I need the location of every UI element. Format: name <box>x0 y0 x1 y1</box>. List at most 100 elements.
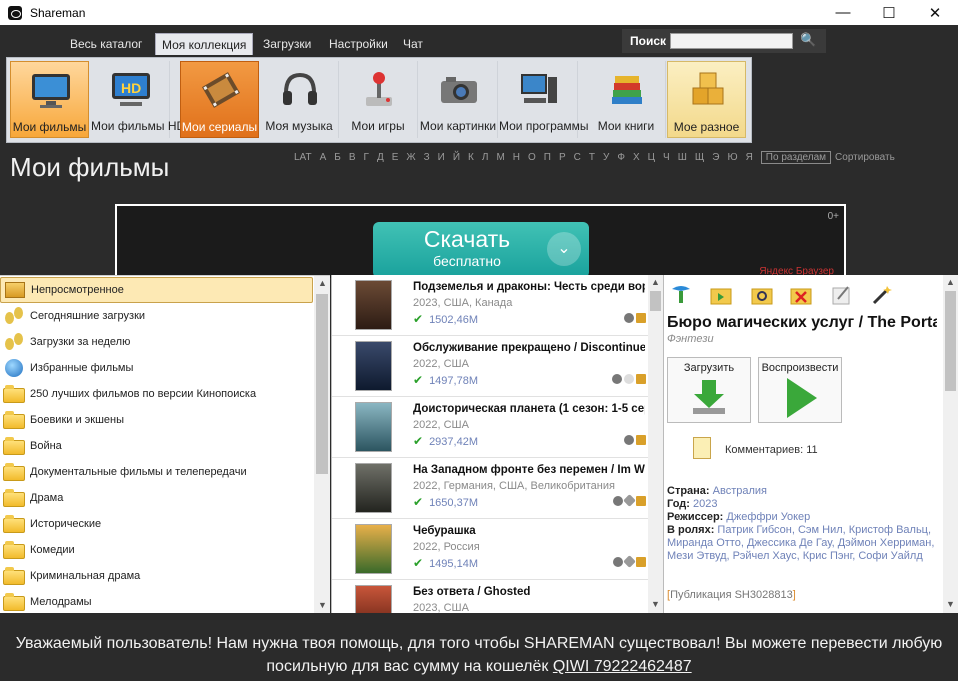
sort-button[interactable]: Сортировать <box>831 152 899 163</box>
letter[interactable]: Н <box>509 152 524 163</box>
letter[interactable]: И <box>434 152 449 163</box>
tab-downloads[interactable]: Загрузки <box>257 33 317 55</box>
section-item[interactable]: Мелодрамы <box>0 589 313 615</box>
letter[interactable]: Х <box>629 152 644 163</box>
scroll-down-icon[interactable]: ▼ <box>651 599 660 609</box>
scroll-up-icon[interactable]: ▲ <box>651 277 660 287</box>
close-button[interactable]: ✕ <box>912 0 958 25</box>
country-value[interactable]: Австралия <box>713 485 767 497</box>
download-button[interactable]: Загрузить <box>667 357 751 423</box>
year-value[interactable]: 2023 <box>693 498 717 510</box>
letter[interactable]: О <box>524 152 540 163</box>
section-item[interactable]: Война <box>0 433 313 459</box>
edit-icon[interactable] <box>830 283 854 307</box>
letter[interactable]: Б <box>330 152 345 163</box>
letter-lat[interactable]: LAT <box>290 152 316 163</box>
category-my-misc[interactable]: Мое разное <box>667 61 746 138</box>
movie-row[interactable]: На Западном фронте без перемен / Im West… <box>332 458 648 519</box>
letter[interactable]: Ж <box>402 152 419 163</box>
minimize-button[interactable]: — <box>820 0 866 25</box>
maximize-button[interactable]: ☐ <box>866 0 912 25</box>
letter[interactable]: К <box>464 152 478 163</box>
qiwi-wallet-link[interactable]: QIWI 79222462487 <box>553 658 692 675</box>
director-value[interactable]: Джеффри Уокер <box>726 511 810 523</box>
letter[interactable]: М <box>492 152 508 163</box>
letter[interactable]: У <box>599 152 613 163</box>
scroll-thumb[interactable] <box>945 291 956 391</box>
letter[interactable]: С <box>570 152 585 163</box>
download-arrow-icon[interactable] <box>669 283 693 307</box>
movie-list-scrollbar[interactable]: ▲ ▼ <box>648 275 663 613</box>
section-item[interactable]: Боевики и экшены <box>0 407 313 433</box>
letter[interactable]: А <box>316 152 331 163</box>
letter[interactable]: Ш <box>674 152 691 163</box>
tab-chat[interactable]: Чат <box>397 33 429 55</box>
search-input[interactable] <box>670 33 793 49</box>
movie-row[interactable]: Без ответа / Ghosted 2023, США <box>332 580 648 613</box>
category-my-pictures[interactable]: Мои картинки <box>419 61 498 138</box>
by-sections-button[interactable]: По разделам <box>760 151 832 164</box>
category-my-movies-hd[interactable]: HD Мои фильмы HD <box>91 61 185 138</box>
letter[interactable]: Р <box>555 152 570 163</box>
magic-wand-icon[interactable] <box>870 283 894 307</box>
letter[interactable]: Г <box>360 152 373 163</box>
section-item[interactable]: Драма <box>0 485 313 511</box>
section-scrollbar[interactable]: ▲ ▼ <box>314 276 330 614</box>
folder-search-icon[interactable] <box>750 283 774 307</box>
letter[interactable]: Щ <box>691 152 708 163</box>
detail-scrollbar[interactable]: ▲ ▼ <box>943 275 958 613</box>
section-item[interactable]: Документальные фильмы и телепередачи <box>0 459 313 485</box>
movie-row[interactable]: Доисторическая планета (1 сезон: 1-5 сер… <box>332 397 648 458</box>
scroll-down-icon[interactable]: ▼ <box>946 599 955 609</box>
letter[interactable]: Е <box>388 152 403 163</box>
play-button[interactable]: Воспроизвести <box>758 357 842 423</box>
category-my-movies[interactable]: Мои фильмы <box>10 61 89 138</box>
letter[interactable]: Л <box>478 152 493 163</box>
section-item-favorites[interactable]: Избранные фильмы <box>0 355 313 381</box>
heart-icon[interactable] <box>613 557 623 567</box>
category-my-music[interactable]: Моя музыка <box>260 61 339 138</box>
category-my-games[interactable]: Мои игры <box>339 61 418 138</box>
letter[interactable]: Ц <box>644 152 659 163</box>
tab-my-collection[interactable]: Моя коллекция <box>155 33 254 55</box>
letter[interactable]: Т <box>585 152 599 163</box>
tab-catalog[interactable]: Весь каталог <box>64 33 148 55</box>
heart-icon[interactable] <box>612 374 622 384</box>
section-item-week[interactable]: Загрузки за неделю <box>0 329 313 355</box>
letter[interactable]: В <box>345 152 360 163</box>
scroll-thumb[interactable] <box>650 291 661 311</box>
letter[interactable]: Я <box>742 152 757 163</box>
letter[interactable]: Й <box>449 152 464 163</box>
section-item-today[interactable]: Сегодняшние загрузки <box>0 303 313 329</box>
section-item[interactable]: 250 лучших фильмов по версии Кинопоиска <box>0 381 313 407</box>
folder-refresh-icon[interactable] <box>709 283 733 307</box>
letter[interactable]: З <box>420 152 434 163</box>
star-icon[interactable] <box>623 494 636 507</box>
scroll-thumb[interactable] <box>316 294 328 474</box>
heart-icon[interactable] <box>613 496 623 506</box>
search-icon[interactable]: 🔍 <box>800 32 816 48</box>
category-my-programs[interactable]: Мои программы <box>499 61 589 138</box>
heart-icon[interactable] <box>624 313 634 323</box>
section-item[interactable]: Комедии <box>0 537 313 563</box>
folder-delete-icon[interactable] <box>789 283 813 307</box>
category-my-series[interactable]: Мои сериалы <box>180 61 259 138</box>
movie-row[interactable]: Обслуживание прекращено / Discontinued 2… <box>332 336 648 397</box>
letter[interactable]: Ч <box>659 152 674 163</box>
letter[interactable]: Ю <box>723 152 741 163</box>
comments-count[interactable]: Комментариев: 11 <box>725 444 818 456</box>
movie-row[interactable]: Чебурашка 2022, Россия 1495,14М <box>332 519 648 580</box>
letter[interactable]: Э <box>708 152 723 163</box>
category-my-books[interactable]: Мои книги <box>587 61 666 138</box>
tab-settings[interactable]: Настройки <box>323 33 394 55</box>
section-item[interactable]: Исторические <box>0 511 313 537</box>
movie-row[interactable]: Подземелья и драконы: Честь среди воров … <box>332 275 648 336</box>
star-icon[interactable] <box>623 555 636 568</box>
scroll-up-icon[interactable]: ▲ <box>946 277 955 287</box>
letter[interactable]: П <box>540 152 555 163</box>
scroll-up-icon[interactable]: ▲ <box>318 278 327 288</box>
section-item[interactable]: Криминальная драма <box>0 563 313 589</box>
letter[interactable]: Д <box>373 152 388 163</box>
section-item-unwatched[interactable]: Непросмотренное <box>0 277 313 303</box>
letter[interactable]: Ф <box>613 152 629 163</box>
